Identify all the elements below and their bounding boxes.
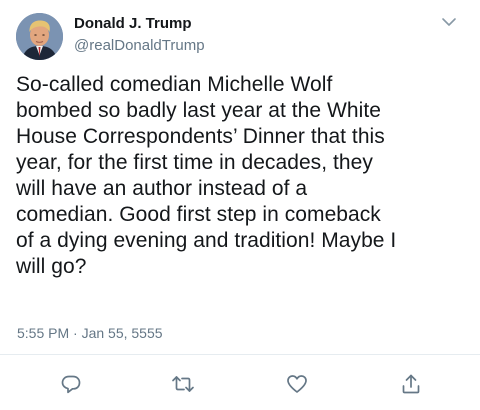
share-icon xyxy=(402,374,420,394)
tweet-text: So-called comedian Michelle Wolf bombed … xyxy=(16,73,397,278)
share-button[interactable] xyxy=(398,371,424,397)
display-name[interactable]: Donald J. Trump xyxy=(74,14,205,33)
reply-icon xyxy=(61,375,81,394)
chevron-down-icon[interactable] xyxy=(439,15,459,31)
divider xyxy=(0,354,480,355)
reply-button[interactable] xyxy=(58,371,84,397)
profile-photo-icon xyxy=(16,13,63,60)
retweet-button[interactable] xyxy=(170,371,196,397)
user-handle[interactable]: @realDonaldTrump xyxy=(74,36,205,55)
user-info: Donald J. Trump @realDonaldTrump xyxy=(74,14,205,55)
avatar[interactable] xyxy=(16,13,63,60)
retweet-icon xyxy=(172,376,194,392)
heart-icon xyxy=(287,375,307,393)
tweet-timestamp[interactable]: 5:55 PM · Jan 55, 5555 xyxy=(17,325,163,341)
tweet-card: Donald J. Trump @realDonaldTrump So-call… xyxy=(0,0,480,410)
like-button[interactable] xyxy=(284,371,310,397)
